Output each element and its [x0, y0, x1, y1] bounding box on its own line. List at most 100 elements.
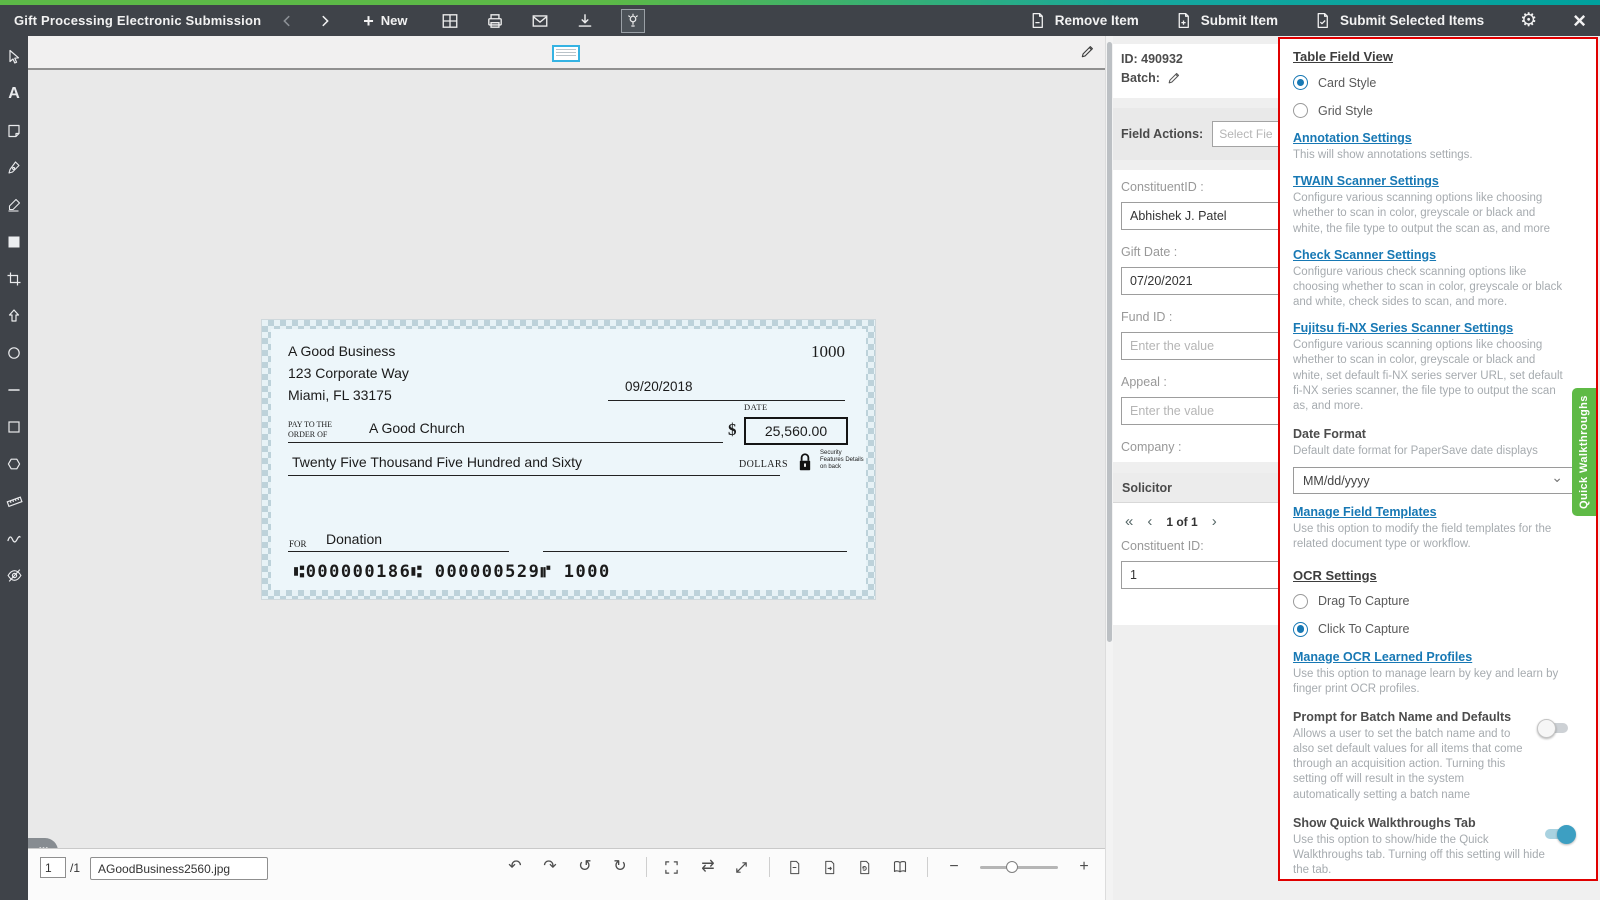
fit-to-screen-button[interactable] — [664, 860, 682, 875]
pager-first-button[interactable]: « — [1125, 514, 1133, 529]
batch-label: Batch: — [1121, 71, 1160, 85]
email-button[interactable] — [531, 12, 549, 30]
check-scanner-settings-desc: Configure various check scanning options… — [1293, 265, 1565, 311]
radio-checked-icon — [1293, 622, 1308, 637]
for-label: FOR — [289, 539, 307, 549]
date-line — [608, 400, 845, 401]
check-payer-address2: Miami, FL 33175 — [288, 387, 392, 403]
date-format-select[interactable]: MM/dd/yyyy ⌄ — [1293, 467, 1573, 494]
sticky-note-tool[interactable] — [5, 122, 23, 140]
gift-date-input[interactable] — [1121, 267, 1280, 295]
crop-tool[interactable] — [5, 270, 23, 288]
redo-button[interactable]: ↷ — [541, 859, 559, 875]
refresh-page-button[interactable] — [857, 860, 875, 875]
rotate-right-button[interactable]: ↻ — [611, 859, 629, 875]
annotation-settings-link[interactable]: Annotation Settings — [1293, 131, 1582, 145]
download-button[interactable] — [576, 12, 594, 30]
close-button[interactable]: × — [1573, 10, 1586, 32]
memo-line — [288, 551, 509, 552]
two-page-view-button[interactable] — [892, 859, 910, 875]
resize-diagonal-icon — [734, 860, 749, 875]
print-button[interactable] — [486, 12, 504, 30]
measure-tool[interactable] — [5, 492, 23, 510]
page-thumbnail-selected[interactable] — [552, 45, 580, 62]
filled-rectangle-tool[interactable] — [5, 233, 23, 251]
date-format-heading: Date Format — [1293, 427, 1582, 441]
remove-item-button[interactable]: Remove Item — [1029, 12, 1139, 29]
card-style-option[interactable]: Card Style — [1293, 75, 1582, 90]
submit-selected-items-button[interactable]: Submit Selected Items — [1314, 12, 1484, 29]
twain-scanner-settings-link[interactable]: TWAIN Scanner Settings — [1293, 174, 1582, 188]
plus-icon: + — [363, 12, 374, 30]
prompt-batch-desc: Allows a user to set the batch name and … — [1293, 727, 1531, 803]
submit-item-button[interactable]: Submit Item — [1175, 12, 1278, 29]
new-button[interactable]: + New — [363, 12, 407, 30]
scrollbar-thumb[interactable] — [1107, 42, 1112, 642]
arrow-tool[interactable] — [5, 307, 23, 325]
check-image-viewport[interactable]: A Good Business 123 Corporate Way Miami,… — [28, 72, 1105, 848]
scan-button[interactable] — [621, 9, 645, 33]
previous-item-button[interactable] — [275, 9, 299, 33]
envelope-icon — [531, 12, 549, 30]
check-image[interactable]: A Good Business 123 Corporate Way Miami,… — [262, 320, 875, 599]
details-scrollbar[interactable] — [1105, 36, 1113, 900]
pager-prev-button[interactable]: ‹ — [1147, 514, 1152, 529]
pager-next-button[interactable]: › — [1212, 514, 1217, 529]
page-view-button[interactable] — [787, 860, 805, 875]
show-quick-walkthroughs-toggle-on[interactable] — [1545, 829, 1574, 839]
check-scanner-settings-link[interactable]: Check Scanner Settings — [1293, 248, 1582, 262]
manage-field-templates-link[interactable]: Manage Field Templates — [1293, 505, 1582, 519]
zoom-out-button[interactable]: − — [945, 859, 963, 875]
document-check-icon — [1314, 12, 1331, 29]
export-page-button[interactable] — [822, 860, 840, 875]
fit-width-button[interactable]: ⇄ — [699, 859, 717, 875]
drag-to-capture-option[interactable]: Drag To Capture — [1293, 594, 1582, 609]
prompt-batch-toggle-off[interactable] — [1539, 723, 1568, 733]
highlighter-tool[interactable] — [5, 196, 23, 214]
table-grid-icon — [441, 12, 459, 30]
resize-button[interactable] — [734, 860, 752, 875]
rectangle-tool[interactable] — [5, 418, 23, 436]
solicitor-header: Solicitor — [1113, 473, 1280, 503]
fujitsu-scanner-settings-link[interactable]: Fujitsu fi-NX Series Scanner Settings — [1293, 321, 1582, 335]
zoom-slider[interactable] — [980, 866, 1058, 869]
undo-button[interactable]: ↶ — [506, 859, 524, 875]
grid-view-button[interactable] — [441, 12, 459, 30]
solicitor-constituent-id-label: Constituent ID: — [1121, 539, 1272, 553]
gift-date-label: Gift Date : — [1121, 245, 1272, 259]
filename-input[interactable] — [90, 857, 268, 880]
zoom-slider-knob[interactable] — [1006, 861, 1018, 873]
appeal-input[interactable] — [1121, 397, 1280, 425]
company-label: Company : — [1121, 440, 1272, 454]
radio-unchecked-icon — [1293, 594, 1308, 609]
pen-tool[interactable] — [5, 159, 23, 177]
ocr-settings-heading: OCR Settings — [1293, 568, 1582, 583]
solicitor-pager: « ‹ 1 of 1 › — [1125, 514, 1272, 529]
rotate-left-button[interactable]: ↺ — [576, 859, 594, 875]
page-number-input[interactable] — [40, 857, 66, 878]
manage-ocr-learned-profiles-link[interactable]: Manage OCR Learned Profiles — [1293, 650, 1582, 664]
click-to-capture-option[interactable]: Click To Capture — [1293, 622, 1582, 637]
table-field-view-heading: Table Field View — [1293, 49, 1582, 64]
settings-gear-button[interactable]: ⚙ — [1520, 11, 1537, 30]
field-actions-select[interactable] — [1212, 121, 1280, 147]
fund-id-input[interactable] — [1121, 332, 1280, 360]
grid-style-option[interactable]: Grid Style — [1293, 103, 1582, 118]
zoom-in-button[interactable]: + — [1075, 859, 1093, 875]
crop-icon — [6, 271, 22, 287]
hide-annotations-tool[interactable] — [5, 566, 23, 584]
freehand-tool[interactable] — [5, 529, 23, 547]
text-tool[interactable]: A — [5, 85, 23, 103]
quick-walkthroughs-tab[interactable]: Quick Walkthroughs — [1572, 388, 1596, 516]
toolbar-separator — [927, 857, 928, 877]
select-cursor-tool[interactable] — [5, 48, 23, 66]
ellipse-tool[interactable] — [5, 344, 23, 362]
edit-annotations-button[interactable] — [1080, 44, 1095, 59]
polygon-tool[interactable] — [5, 455, 23, 473]
solicitor-constituent-id-input[interactable] — [1121, 561, 1280, 589]
document-canvas-area: A Good Business 123 Corporate Way Miami,… — [28, 36, 1105, 900]
constituentid-input[interactable] — [1121, 202, 1280, 230]
line-tool[interactable] — [5, 381, 23, 399]
next-item-button[interactable] — [313, 9, 337, 33]
edit-batch-pencil-icon[interactable] — [1167, 71, 1181, 85]
